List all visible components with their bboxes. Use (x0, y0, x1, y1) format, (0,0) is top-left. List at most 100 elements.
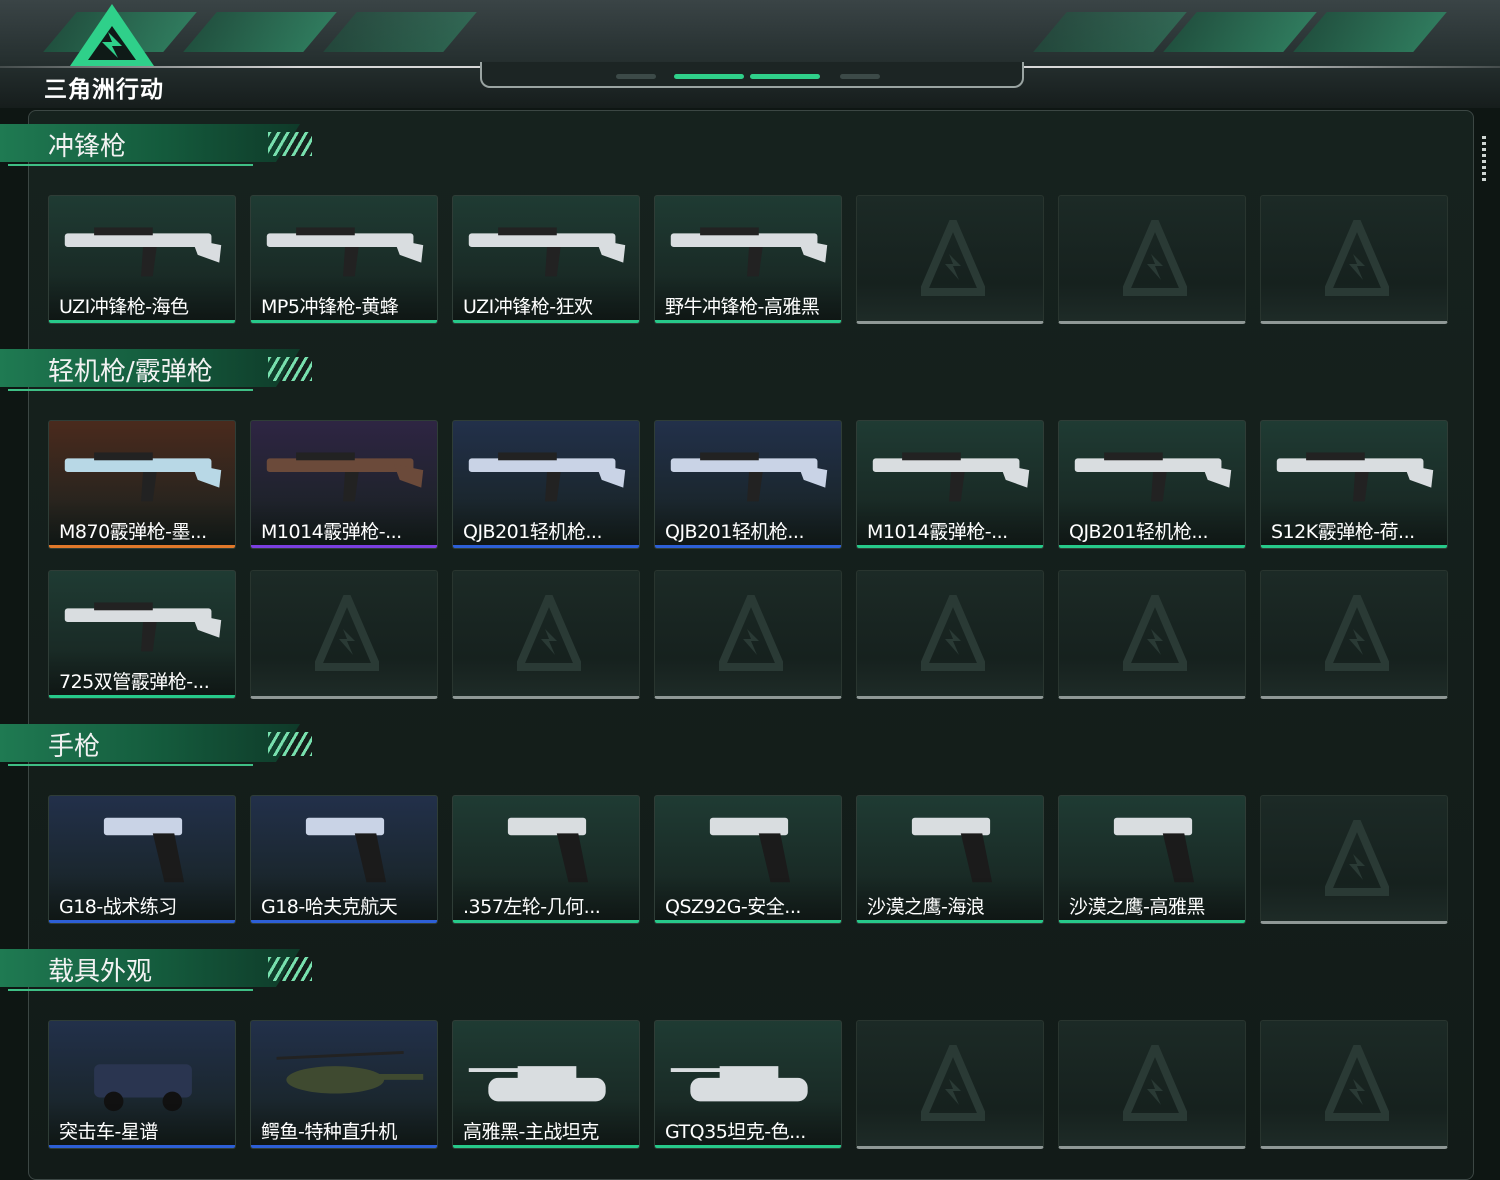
skin-card[interactable]: 野牛冲锋枪-高雅黑 (654, 195, 842, 324)
header-deco-stripe (1033, 12, 1187, 52)
rarity-stripe (49, 1145, 235, 1148)
skin-card[interactable]: S12K霰弹枪-荷... (1260, 420, 1448, 549)
empty-slot-logo-icon (1325, 595, 1389, 671)
empty-skin-slot (654, 570, 842, 699)
empty-skin-slot (250, 570, 438, 699)
empty-slot-logo-icon (1325, 1045, 1389, 1121)
skin-name: M870霰弹枪-墨... (59, 521, 207, 543)
skin-name: QJB201轻机枪... (1069, 521, 1208, 543)
skin-name: 鳄鱼-特种直升机 (261, 1121, 397, 1143)
skin-card[interactable]: M1014霰弹枪-... (856, 420, 1044, 549)
skin-card[interactable]: .357左轮-几何... (452, 795, 640, 924)
rarity-stripe (655, 1145, 841, 1148)
section-header-stripes (268, 732, 312, 756)
skin-name: QSZ92G-安全... (665, 896, 801, 918)
skin-card[interactable]: UZI冲锋枪-狂欢 (452, 195, 640, 324)
empty-skin-slot (856, 1020, 1044, 1149)
top-header: 三角洲行动 (0, 0, 1500, 108)
skin-name: G18-哈夫克航天 (261, 896, 398, 918)
skin-card[interactable]: 沙漠之鹰-海浪 (856, 795, 1044, 924)
skin-name: M1014霰弹枪-... (261, 521, 402, 543)
skin-card[interactable]: 鳄鱼-特种直升机 (250, 1020, 438, 1149)
rarity-stripe (453, 545, 639, 548)
skin-card[interactable]: M870霰弹枪-墨... (48, 420, 236, 549)
section-header-stripes (268, 132, 312, 156)
section-header: 载具外观 (0, 945, 330, 995)
skin-card[interactable]: QJB201轻机枪... (654, 420, 842, 549)
rarity-stripe (251, 1145, 437, 1148)
skin-name: GTQ35坦克-色... (665, 1121, 806, 1143)
empty-slot-logo-icon (719, 595, 783, 671)
rarity-stripe (857, 545, 1043, 548)
skin-card[interactable]: MP5冲锋枪-黄蜂 (250, 195, 438, 324)
empty-slot-logo-icon (1325, 820, 1389, 896)
skin-card[interactable]: QSZ92G-安全... (654, 795, 842, 924)
section-header: 手枪 (0, 720, 330, 770)
rarity-stripe (49, 545, 235, 548)
skin-card[interactable]: QJB201轻机枪... (1058, 420, 1246, 549)
skin-card[interactable]: M1014霰弹枪-... (250, 420, 438, 549)
rarity-stripe (453, 1145, 639, 1148)
empty-slot-logo-icon (921, 220, 985, 296)
skin-card[interactable]: G18-战术练习 (48, 795, 236, 924)
rarity-stripe (453, 920, 639, 923)
page-indicator-active (750, 74, 820, 79)
skin-card[interactable]: 沙漠之鹰-高雅黑 (1058, 795, 1246, 924)
game-title: 三角洲行动 (44, 77, 164, 103)
section-title: 载具外观 (48, 957, 153, 987)
section-header-stripes (268, 957, 312, 981)
empty-skin-slot (1058, 1020, 1246, 1149)
empty-skin-slot (1260, 195, 1448, 324)
skin-name: QJB201轻机枪... (463, 521, 602, 543)
rarity-stripe (655, 545, 841, 548)
skin-name: .357左轮-几何... (463, 896, 601, 918)
page-indicator-active (674, 74, 744, 79)
section-header: 轻机枪/霰弹枪 (0, 345, 330, 395)
section-title: 冲锋枪 (48, 132, 127, 162)
rarity-stripe (453, 320, 639, 323)
skin-name: 沙漠之鹰-高雅黑 (1069, 896, 1205, 918)
rarity-stripe (49, 320, 235, 323)
section-header-underline (8, 389, 253, 391)
empty-skin-slot (452, 570, 640, 699)
rarity-stripe (655, 320, 841, 323)
skin-name: 沙漠之鹰-海浪 (867, 896, 985, 918)
skin-name: 野牛冲锋枪-高雅黑 (665, 296, 820, 318)
skin-name: UZI冲锋枪-狂欢 (463, 296, 593, 318)
skin-name: UZI冲锋枪-海色 (59, 296, 189, 318)
empty-skin-slot (1260, 570, 1448, 699)
empty-skin-slot (1058, 570, 1246, 699)
section-header-stripes (268, 357, 312, 381)
page-indicator (840, 74, 880, 79)
empty-skin-slot (1058, 195, 1246, 324)
skin-card[interactable]: G18-哈夫克航天 (250, 795, 438, 924)
empty-skin-slot (1260, 1020, 1448, 1149)
skin-card[interactable]: GTQ35坦克-色... (654, 1020, 842, 1149)
section-header-underline (8, 764, 253, 766)
section-header-bar (0, 124, 300, 162)
skin-name: 725双管霰弹枪-... (59, 671, 210, 693)
skin-name: 高雅黑-主战坦克 (463, 1121, 599, 1143)
empty-slot-logo-icon (315, 595, 379, 671)
skin-name: 突击车-星谱 (59, 1121, 158, 1143)
skin-card[interactable]: 高雅黑-主战坦克 (452, 1020, 640, 1149)
rarity-stripe (1059, 920, 1245, 923)
rarity-stripe (655, 920, 841, 923)
scrollbar[interactable] (1482, 136, 1486, 182)
rarity-stripe (1059, 545, 1245, 548)
header-deco-stripe (183, 12, 337, 52)
rarity-stripe (1261, 545, 1447, 548)
rarity-stripe (251, 320, 437, 323)
section-title: 轻机枪/霰弹枪 (48, 357, 213, 387)
empty-skin-slot (1260, 795, 1448, 924)
skin-card[interactable]: QJB201轻机枪... (452, 420, 640, 549)
skin-card[interactable]: 突击车-星谱 (48, 1020, 236, 1149)
empty-slot-logo-icon (1123, 220, 1187, 296)
header-deco-stripe (1163, 12, 1317, 52)
skin-name: M1014霰弹枪-... (867, 521, 1008, 543)
skin-card[interactable]: UZI冲锋枪-海色 (48, 195, 236, 324)
rarity-stripe (857, 920, 1043, 923)
skin-card[interactable]: 725双管霰弹枪-... (48, 570, 236, 699)
empty-skin-slot (856, 570, 1044, 699)
empty-slot-logo-icon (517, 595, 581, 671)
